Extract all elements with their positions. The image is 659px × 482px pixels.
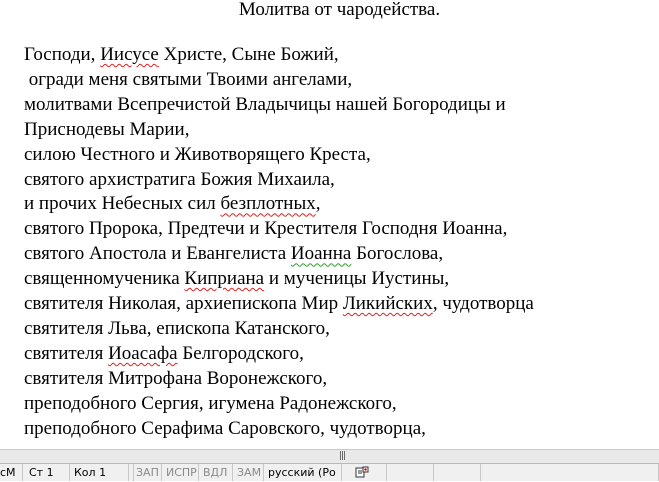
text-line[interactable]: силою Честного и Животворящего Креста, [24, 143, 534, 168]
status-ext[interactable]: ВДЛ [199, 464, 233, 481]
text-line[interactable]: преподобного Серафима Саровского, чудотв… [24, 417, 534, 442]
text-run: святителя [24, 342, 109, 364]
text-run: святого Апостола и Евангелиста [24, 243, 291, 265]
text-run: , чудотворца [432, 293, 534, 315]
text-run: молитвами Всепречистой Владычицы нашей Б… [24, 93, 506, 115]
text-line[interactable]: святителя Льва, епископа Катанского, [24, 317, 534, 342]
macro-record-icon[interactable] [355, 466, 369, 479]
text-line[interactable]: и прочих Небесных сил безплотных, [24, 192, 534, 217]
status-empty-cell [387, 464, 434, 481]
text-run: святого архистратига Божия Михаила, [24, 168, 335, 190]
spelling-error-word: Иоасафа [108, 342, 178, 364]
text-run: Господи, [24, 44, 101, 65]
text-line[interactable]: огради меня святыми Твоими ангелами, [24, 68, 534, 93]
text-run: огради меня святыми Твоими ангелами, [24, 68, 353, 90]
text-line[interactable]: святого Пророка, Предтечи и Крестителя Г… [24, 217, 534, 242]
text-run: и мученицы Иустины, [264, 268, 450, 290]
text-line[interactable]: святого Апостола и Евангелиста Иоанна Бо… [24, 242, 534, 267]
text-run: святителя Льва, епископа Катанского, [24, 317, 330, 339]
text-line[interactable]: преподобного Сергия, игумена Радонежског… [24, 392, 534, 417]
status-language[interactable]: русский (Ро [264, 464, 342, 481]
grammar-flag-word: Иоанна [290, 243, 352, 265]
spelling-error-word: Ликийских [342, 293, 433, 315]
text-line[interactable]: святителя Иоасафа Белгородского, [24, 342, 534, 367]
text-line[interactable]: Приснодевы Марии, [24, 118, 534, 143]
text-run: и прочих Небесных сил [24, 193, 221, 215]
text-line[interactable]: святителя Митрофана Воронежского, [24, 367, 534, 392]
text-line[interactable]: молитвами Всепречистой Владычицы нашей Б… [24, 93, 534, 118]
text-run: преподобного Сергия, игумена Радонежског… [24, 392, 397, 414]
text-run: священномученика [24, 268, 185, 290]
horizontal-scrollbar[interactable]: ||| [0, 449, 659, 463]
text-run: Приснодевы Марии, [24, 118, 190, 140]
text-line[interactable]: святого архистратига Божия Михаила, [24, 168, 534, 193]
text-run: Христе, Сыне Божий, [158, 44, 339, 65]
spelling-error-word: безплотных [220, 193, 316, 215]
status-bar: сМ Ст 1 Кол 1 ЗАП ИСПР ВДЛ ЗАМ русский (Ро [0, 463, 659, 481]
status-rec[interactable]: ЗАП [132, 464, 162, 481]
status-trk[interactable]: ИСПР [162, 464, 199, 481]
text-run: преподобного Серафима Саровского, чудотв… [24, 417, 426, 439]
text-run: силою Честного и Животворящего Креста, [24, 143, 371, 165]
spelling-error-word: Иисусе [100, 44, 159, 65]
text-line[interactable]: священномученика Киприана и мученицы Иус… [24, 267, 534, 292]
status-empty-cell [481, 464, 659, 481]
text-run: , [315, 193, 321, 215]
text-line[interactable]: святителя Николая, архиепископа Мир Лики… [24, 292, 534, 317]
document-body[interactable]: Господи, Иисусе Христе, Сыне Божий, огра… [24, 43, 534, 442]
scrollbar-grip-icon[interactable]: ||| [336, 451, 348, 461]
text-run: святителя Николая, архиепископа Мир [24, 293, 343, 315]
status-empty-cell [434, 464, 481, 481]
document-title: Молитва от чародейства. [238, 0, 441, 20]
status-column: Кол 1 [70, 464, 129, 481]
status-line: Ст 1 [25, 464, 70, 481]
status-ovr[interactable]: ЗАМ [233, 464, 264, 481]
status-mode: сМ [0, 464, 23, 481]
text-run: святителя Митрофана Воронежского, [24, 367, 328, 389]
document-page[interactable]: Молитва от чародейства. Господи, Иисусе … [0, 0, 659, 449]
text-run: святого Пророка, Предтечи и Крестителя Г… [24, 218, 508, 240]
status-empty-cell [374, 464, 387, 481]
spelling-error-word: Киприана [184, 268, 265, 290]
text-run: Белгородского, [177, 342, 304, 364]
text-line[interactable]: Господи, Иисусе Христе, Сыне Божий, [24, 43, 534, 68]
text-run: Богослова, [351, 243, 444, 265]
